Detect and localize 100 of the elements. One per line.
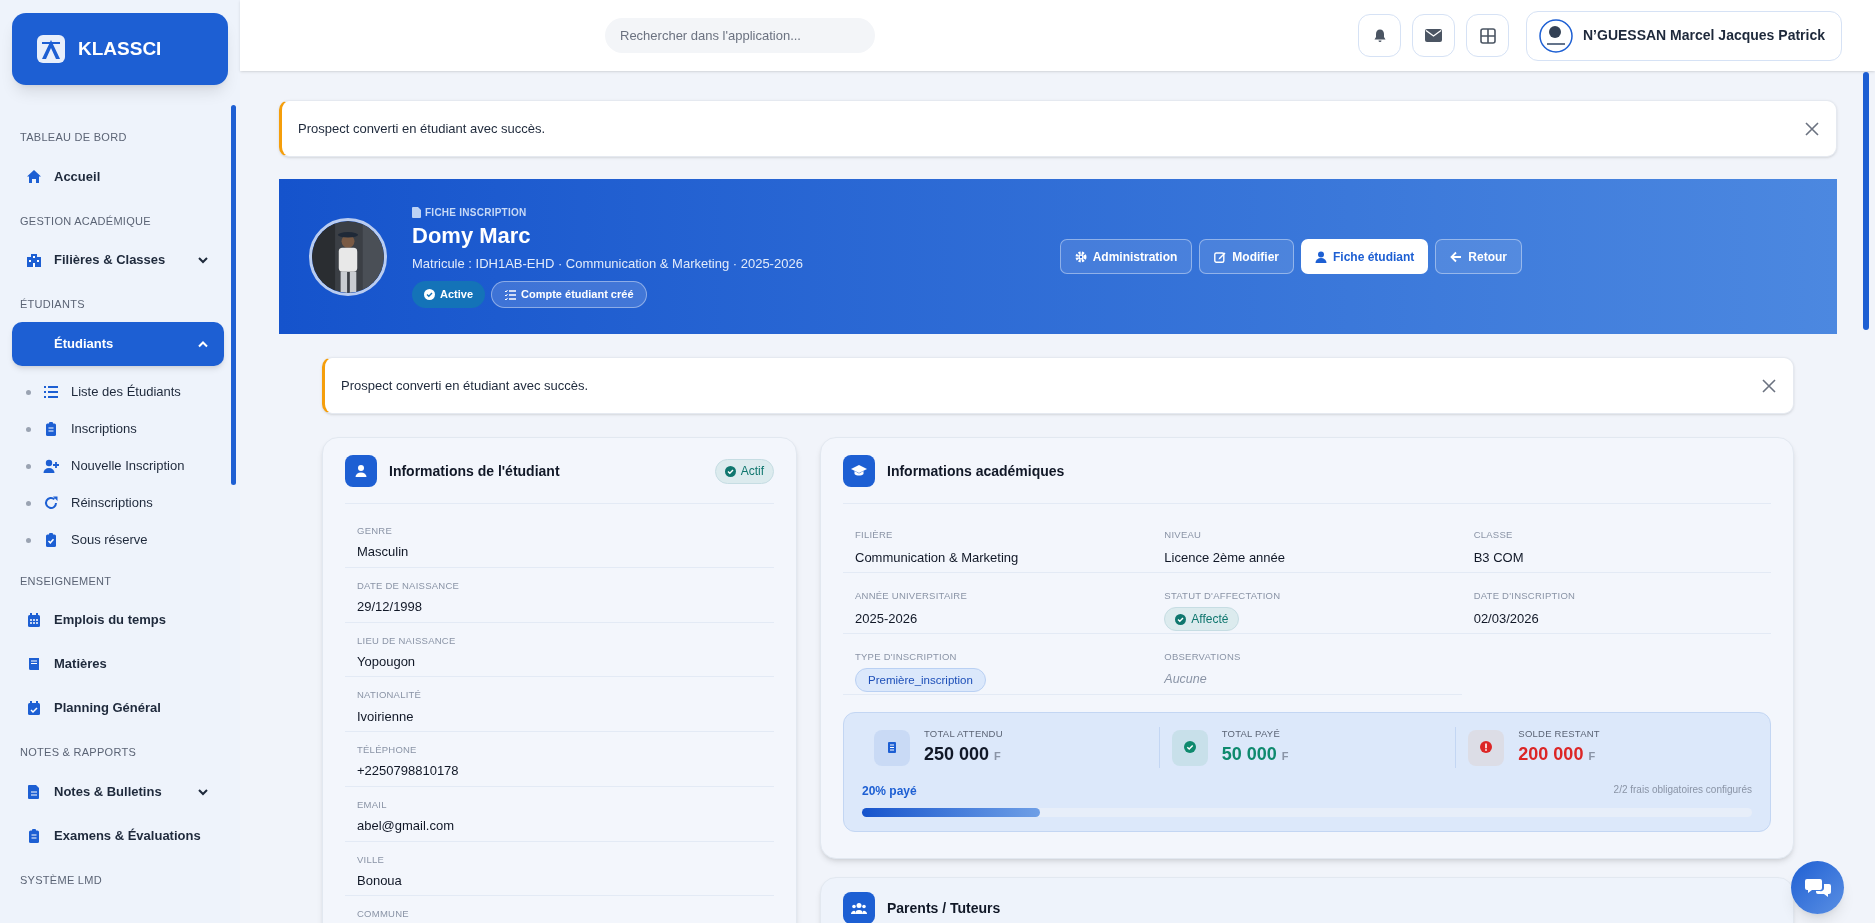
bullet-icon — [26, 426, 31, 432]
field-label: EMAIL — [357, 797, 388, 812]
clipboard-icon — [43, 421, 59, 437]
field-value: abel@gmail.com — [357, 817, 455, 835]
document-icon — [412, 207, 421, 218]
chat-button[interactable] — [1791, 861, 1844, 914]
logo-icon — [36, 34, 66, 64]
avatar-icon — [1539, 18, 1573, 53]
field-label: STATUT D'AFFECTATION — [1164, 589, 1282, 603]
nav-item[interactable]: Matières — [12, 642, 224, 686]
field-label: COMMUNE — [357, 907, 410, 922]
check-circle-icon — [724, 465, 736, 477]
people-icon — [843, 892, 875, 923]
field-value: +2250798810178 — [357, 762, 460, 781]
action-button[interactable]: Modifier — [1199, 239, 1294, 274]
field-value: 2025-2026 — [855, 610, 919, 629]
nav-subitem[interactable]: Nouvelle Inscription — [12, 447, 224, 485]
field-label: VILLE — [357, 852, 386, 867]
check-circle-icon — [424, 289, 435, 300]
bullet-icon — [26, 537, 31, 543]
field-label: TÉLÉPHONE — [357, 743, 418, 757]
pencil-square-icon — [1214, 250, 1227, 263]
user-icon — [345, 455, 377, 487]
nav-item[interactable]: Emplois du temps — [12, 598, 224, 642]
section-title: ÉTUDIANTS — [19, 297, 86, 312]
grid-icon — [1479, 27, 1496, 44]
check-circle-icon — [1175, 613, 1187, 625]
nav-subitem[interactable]: Inscriptions — [12, 410, 224, 448]
status-badge: Actif — [714, 458, 774, 484]
home-icon — [26, 168, 42, 185]
section-title: GESTION ACADÉMIQUE — [19, 213, 152, 229]
brand-name: KLASSCI — [78, 36, 162, 61]
total-amount: 250 000 — [924, 743, 990, 767]
refresh-icon — [43, 495, 59, 511]
field-value: Masculin — [357, 543, 410, 562]
action-button[interactable]: Administration — [1059, 239, 1193, 274]
student-subtitle: Matricule : IDH1AB-EHD · Communication & Marketing · 2025-2026 — [412, 254, 803, 273]
calendar-icon — [26, 612, 42, 628]
field-label: GENRE — [357, 524, 393, 538]
user-menu-button[interactable]: N’GUESSAN Marcel Jacques Patrick — [1526, 10, 1842, 61]
field-label: DATE D'INSCRIPTION — [1473, 589, 1577, 603]
nav-item[interactable]: Planning Général — [12, 686, 224, 730]
card-title: Informations académiques — [887, 461, 1065, 481]
field-label: OBSERVATIONS — [1164, 650, 1242, 664]
brand-logo-card[interactable]: KLASSCI — [12, 13, 228, 85]
close-icon — [1762, 378, 1776, 393]
nav-subitem[interactable]: Réinscriptions — [12, 484, 224, 522]
search-field[interactable]: Rechercher dans l'application... — [605, 18, 875, 53]
field-value: Ivoirienne — [357, 707, 415, 726]
status-badge: Affecté — [1164, 607, 1240, 632]
graduation-cap-icon — [843, 455, 875, 487]
book-icon — [26, 656, 42, 672]
file-icon — [26, 783, 42, 800]
field-value: Yopougon — [357, 652, 417, 671]
currency-label: F — [1588, 749, 1596, 765]
nav-subitem[interactable]: Sous réserve — [12, 521, 224, 559]
field-value: B3 COM — [1473, 549, 1525, 568]
chat-bubbles-icon — [1804, 876, 1831, 899]
section-title: NOTES & RAPPORTS — [19, 745, 138, 760]
nav-subitem[interactable]: Liste des Étudiants — [12, 373, 224, 411]
field-label: NIVEAU — [1164, 528, 1203, 542]
total-amount: 200 000 — [1518, 743, 1584, 767]
total-label: TOTAL PAYÉ — [1221, 727, 1281, 741]
type-tag: Première_inscription — [855, 668, 986, 693]
progress-label: 20% payé — [862, 783, 917, 801]
field-label: ANNÉE UNIVERSITAIRE — [855, 589, 969, 603]
nav-item[interactable]: Accueil — [12, 154, 224, 199]
gear-icon — [1074, 250, 1087, 263]
card-title: Parents / Tuteurs — [887, 898, 1001, 918]
total-label: SOLDE RESTANT — [1518, 727, 1600, 741]
field-label: DATE DE NAISSANCE — [357, 578, 461, 593]
calendar-check-icon — [26, 700, 42, 716]
progress-note: 2/2 frais obligatoires configurés — [1613, 783, 1752, 798]
close-icon — [1805, 121, 1819, 136]
alert-message: Prospect converti en étudiant avec succès. — [298, 119, 547, 138]
action-button[interactable]: Fiche étudiant — [1301, 239, 1429, 274]
receipt-icon — [874, 729, 910, 766]
apps-button[interactable] — [1466, 14, 1509, 57]
nav-item[interactable]: Notes & Bulletins — [12, 769, 224, 814]
notifications-button[interactable] — [1358, 14, 1401, 57]
bell-icon — [1371, 27, 1388, 44]
page-scrollbar[interactable] — [1863, 72, 1869, 330]
bullet-icon — [26, 463, 31, 469]
building-icon — [26, 252, 42, 268]
field-value: Aucune — [1164, 671, 1208, 689]
clipboard-check-icon — [43, 532, 59, 548]
field-value: Bonoua — [357, 871, 403, 890]
messages-button[interactable] — [1412, 14, 1455, 57]
field-label: TYPE D'INSCRIPTION — [855, 650, 958, 664]
nav-item[interactable]: Étudiants — [12, 321, 224, 366]
nav-item[interactable]: Filières & Classes — [12, 238, 224, 282]
nav-item[interactable]: Examens & Évaluations — [12, 813, 224, 858]
section-title: ENSEIGNEMENT — [19, 573, 113, 589]
sidebar-scrollbar[interactable] — [231, 105, 236, 485]
currency-label: F — [1281, 749, 1289, 765]
card-title: Informations de l'étudiant — [389, 461, 560, 481]
section-title: SYSTÈME LMD — [19, 872, 103, 888]
list-icon — [43, 384, 59, 400]
alert-message: Prospect converti en étudiant avec succès. — [341, 376, 590, 395]
total-amount: 50 000 — [1221, 743, 1277, 767]
